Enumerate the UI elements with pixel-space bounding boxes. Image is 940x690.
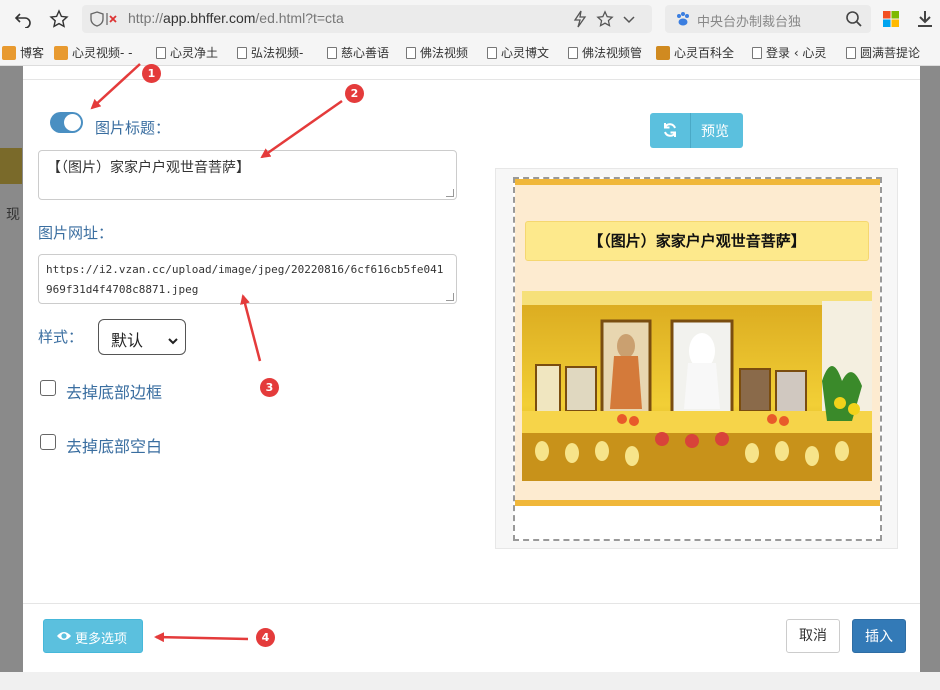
- remove-border-checkbox[interactable]: [40, 380, 56, 396]
- toggle-knob: [64, 114, 81, 131]
- preview-card-body: 【（图片）家家户户观世音菩萨】: [515, 179, 880, 506]
- bookmark-item[interactable]: 心灵净土: [156, 44, 218, 61]
- bookmark-item[interactable]: 心灵视频- -: [54, 44, 132, 61]
- document-icon: [156, 46, 166, 59]
- document-icon: [846, 46, 856, 59]
- button-separator: [690, 113, 691, 148]
- image-insert-dialog: 图片标题： 【（图片）家家户户观世音菩萨】 图片网址： https://i2.v…: [23, 66, 920, 672]
- eye-icon: [56, 630, 72, 646]
- download-icon[interactable]: [912, 6, 938, 32]
- remove-space-label[interactable]: 去掉底部空白: [66, 433, 162, 457]
- resize-grip-icon[interactable]: [446, 293, 454, 301]
- url-textarea[interactable]: https://i2.vzan.cc/upload/image/jpeg/202…: [38, 254, 457, 304]
- orange-square-icon: [2, 45, 16, 60]
- title-toggle-switch[interactable]: [50, 112, 83, 133]
- document-icon: [568, 46, 578, 59]
- annotation-badge-3: 3: [260, 378, 279, 397]
- remove-space-checkbox[interactable]: [40, 434, 56, 450]
- bookmark-item[interactable]: 佛法视频: [406, 44, 468, 61]
- document-icon: [487, 46, 497, 59]
- title-value: 【（图片）家家户户观世音菩萨】: [47, 160, 250, 176]
- cancel-button[interactable]: 取消: [786, 619, 840, 653]
- bookmark-item[interactable]: 登录 ‹ 心灵: [752, 44, 826, 61]
- preview-card: 【（图片）家家户户观世音菩萨】: [513, 177, 882, 541]
- bookmark-item[interactable]: 博客: [2, 44, 44, 61]
- remove-border-label[interactable]: 去掉底部边框: [66, 379, 162, 403]
- url-value: https://i2.vzan.cc/upload/image/jpeg/202…: [46, 263, 444, 296]
- bookmark-item[interactable]: 慈心善语: [327, 44, 389, 61]
- more-options-button[interactable]: 更多选项: [43, 619, 143, 653]
- background-sidebar-block: [0, 148, 22, 184]
- windows-apps-icon[interactable]: [878, 6, 904, 32]
- address-bar[interactable]: http://app.bhffer.com/ed.html?t=cta: [82, 5, 652, 33]
- bookmarks-bar: 博客 心灵视频- - 心灵净土 弘法视频- 慈心善语 佛法视频 心灵博文 佛法视…: [0, 38, 940, 66]
- browser-toolbar: http://app.bhffer.com/ed.html?t=cta 中央台办…: [0, 0, 940, 38]
- search-icon[interactable]: [845, 10, 863, 32]
- document-icon: [237, 46, 247, 59]
- title-textarea[interactable]: 【（图片）家家户户观世音菩萨】: [38, 150, 457, 200]
- style-selected-value: 默认: [111, 331, 144, 350]
- search-placeholder: 中央台办制裁台独: [697, 15, 802, 30]
- baidu-paw-icon: [675, 11, 691, 31]
- annotation-badge-2: 2: [345, 84, 364, 103]
- bookmark-item[interactable]: 佛法视频管: [568, 44, 642, 61]
- annotation-badge-4: 4: [256, 628, 275, 647]
- style-select[interactable]: 默认: [98, 319, 186, 355]
- resize-grip-icon[interactable]: [446, 189, 454, 197]
- document-icon: [752, 46, 762, 59]
- status-strip: [0, 672, 940, 690]
- url-label: 图片网址：: [38, 224, 114, 242]
- title-label: 图片标题：: [95, 119, 171, 137]
- bookmark-item[interactable]: 圆满菩提论: [846, 44, 920, 61]
- orange-square-icon: [54, 45, 68, 60]
- style-label: 样式：: [38, 328, 84, 346]
- more-options-label: 更多选项: [75, 632, 128, 647]
- bookmark-item[interactable]: 心灵百科全: [656, 44, 734, 61]
- preview-button-label: 预览: [701, 124, 729, 140]
- chevron-down-icon[interactable]: [622, 10, 636, 32]
- document-icon: [406, 46, 416, 59]
- document-icon: [327, 46, 337, 59]
- bookmark-star-icon[interactable]: [596, 10, 614, 32]
- url-text: http://app.bhffer.com/ed.html?t=cta: [128, 10, 344, 26]
- preview-button[interactable]: 预览: [650, 113, 743, 148]
- refresh-icon: [662, 122, 678, 142]
- search-box[interactable]: 中央台办制裁台独: [665, 5, 871, 33]
- insert-button[interactable]: 插入: [852, 619, 906, 653]
- bookmark-item[interactable]: 心灵博文: [487, 44, 549, 61]
- background-text: 现: [6, 207, 20, 223]
- preview-panel: 【（图片）家家户户观世音菩萨】: [495, 168, 898, 549]
- insecure-shield-icon: [90, 10, 122, 32]
- chevron-down-icon: [167, 332, 179, 351]
- preview-card-title: 【（图片）家家户户观世音菩萨】: [525, 221, 869, 261]
- preview-image-altar: [522, 291, 872, 481]
- annotation-badge-1: 1: [142, 64, 161, 83]
- encyclopedia-icon: [656, 45, 670, 60]
- bookmark-item[interactable]: 弘法视频-: [237, 44, 303, 61]
- back-icon[interactable]: [10, 6, 36, 32]
- dialog-footer-divider: [23, 603, 920, 604]
- favorite-star-icon[interactable]: [46, 6, 72, 32]
- lightning-icon[interactable]: [572, 10, 588, 32]
